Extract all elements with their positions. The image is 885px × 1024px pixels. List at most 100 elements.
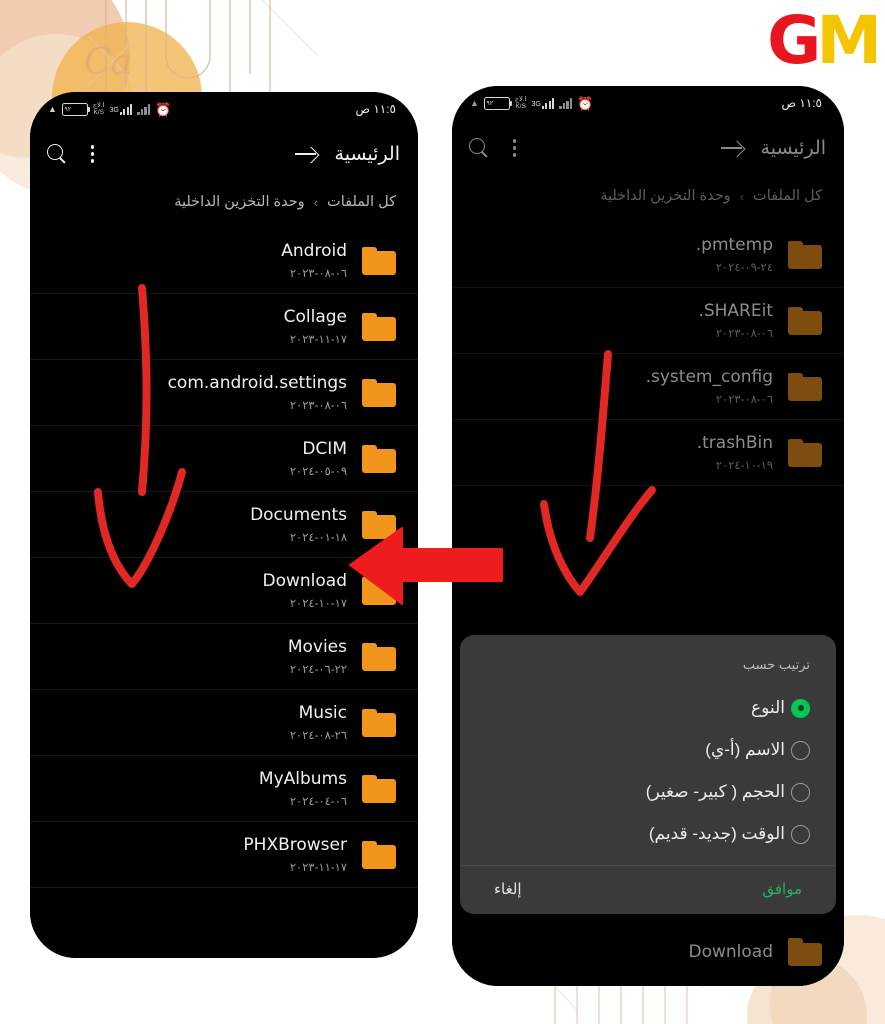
file-date: ٢٢-٠٦-٢٠٢٤: [289, 664, 347, 676]
radio-button[interactable]: [791, 740, 810, 760]
alarm-clock-icon: ⏰: [577, 95, 594, 111]
sort-option-label: النوع: [751, 698, 785, 717]
file-name: Music: [298, 703, 347, 723]
phone-left-screen: ▲ ٩٢ ا.لاج K/S 3G ⏰ ١١:٥ ص الرئيسية كل ا…: [30, 92, 418, 958]
file-date: ٠٦-٠٨-٢٠٢٣: [715, 328, 773, 340]
folder-icon: [788, 372, 822, 401]
file-name: MyAlbums: [258, 769, 347, 789]
file-name: com.android.settings: [167, 373, 347, 393]
network-type-label: 3G: [109, 107, 119, 114]
file-meta: Android ٠٦-٠٨-٢٠٢٣: [52, 241, 347, 280]
file-row[interactable]: Download ١٧-١٠-٢٠٢٤: [30, 558, 418, 624]
app-bar-title-group-left: الرئيسية: [293, 141, 400, 167]
page-title: الرئيسية: [334, 143, 400, 165]
sort-by-dialog: ترتيب حسب النوع الاسم (أ-ي) الحجم ( كبير- …: [460, 635, 836, 914]
file-row[interactable]: .SHAREit ٠٦-٠٨-٢٠٢٣: [452, 288, 844, 354]
file-name: PHXBrowser: [243, 835, 347, 855]
ok-button[interactable]: موافق: [762, 880, 802, 898]
sort-option-row[interactable]: الوقت (جديد- قديم): [460, 813, 836, 855]
file-row[interactable]: Movies ٢٢-٠٦-٢٠٢٤: [30, 624, 418, 690]
folder-icon: [362, 708, 396, 737]
page-title: الرئيسية: [760, 137, 826, 159]
file-row[interactable]: PHXBrowser ١٧-١١-٢٠٢٣: [30, 822, 418, 888]
sort-option-row[interactable]: النوع: [460, 687, 836, 729]
arrow-back-icon[interactable]: [293, 141, 319, 167]
folder-icon: [362, 642, 396, 671]
file-meta: MyAlbums ٠٦-٠٤-٢٠٢٤: [52, 769, 347, 808]
status-bar-icons-right: ▲ ٩٢ ا.لاج K/S 3G ⏰: [470, 96, 593, 110]
file-row[interactable]: DCIM ٠٩-٠٥-٢٠٢٤: [30, 426, 418, 492]
file-row-peek[interactable]: Download: [452, 918, 844, 986]
app-bar-right: الرئيسية: [452, 120, 844, 176]
file-date: ٠٦-٠٤-٢٠٢٤: [289, 796, 347, 808]
folder-icon: [788, 938, 822, 966]
file-meta: Download: [474, 942, 773, 962]
file-row[interactable]: Collage ١٧-١١-٢٠٢٣: [30, 294, 418, 360]
sort-option-label: الاسم (أ-ي): [705, 740, 785, 759]
tutorial-image: Ca GM ▲ ٩٢ ا.لاج K/S 3G ⏰ ١١:٥ ص الرئيسي…: [0, 0, 885, 1024]
phone-right-screen: ▲ ٩٢ ا.لاج K/S 3G ⏰ ١١:٥ ص الرئيسية كل ا…: [452, 86, 844, 986]
search-icon[interactable]: [468, 137, 490, 159]
file-date: ٠٩-٠٥-٢٠٢٤: [289, 466, 347, 478]
file-meta: Collage ١٧-١١-٢٠٢٣: [52, 307, 347, 346]
overflow-menu-icon[interactable]: [512, 139, 517, 157]
radio-button[interactable]: [791, 782, 810, 802]
folder-icon: [788, 306, 822, 335]
file-meta: Music ٢٦-٠٨-٢٠٢٤: [52, 703, 347, 742]
network-speed-indicator: ا.لاج K/S: [515, 96, 527, 110]
file-date: ١٧-١٠-٢٠٢٤: [289, 598, 347, 610]
folder-icon: [362, 444, 396, 473]
search-icon[interactable]: [46, 143, 68, 165]
folder-icon: [362, 246, 396, 275]
folder-icon: [362, 510, 396, 539]
file-row[interactable]: Documents ١٨-٠١-٢٠٢٤: [30, 492, 418, 558]
sort-option-row[interactable]: الحجم ( كبير- صغير): [460, 771, 836, 813]
file-meta: com.android.settings ٠٦-٠٨-٢٠٢٣: [52, 373, 347, 412]
sim-label-icon: ▲: [470, 98, 479, 108]
file-row[interactable]: Android ٠٦-٠٨-٢٠٢٣: [30, 228, 418, 294]
file-name: .pmtemp: [695, 235, 773, 255]
file-date: ٠٦-٠٨-٢٠٢٣: [289, 268, 347, 280]
battery-level-text: ٩٢: [486, 99, 494, 107]
file-date: ١٧-١١-٢٠٢٣: [289, 334, 347, 346]
breadcrumb-current[interactable]: وحدة التخزين الداخلية: [600, 188, 731, 204]
radio-button[interactable]: [791, 698, 810, 718]
network-speed-unit: K/S: [93, 109, 104, 116]
status-bar-time: ١١:٥ ص: [355, 102, 396, 116]
folder-icon: [362, 312, 396, 341]
radio-button[interactable]: [791, 824, 810, 844]
breadcrumb-root[interactable]: كل الملفات: [327, 194, 396, 210]
folder-icon: [788, 240, 822, 269]
breadcrumb-current[interactable]: وحدة التخزين الداخلية: [174, 194, 305, 210]
file-name: Collage: [283, 307, 347, 327]
signal-bars-secondary-icon: [137, 103, 151, 115]
cancel-button[interactable]: إلغاء: [494, 880, 522, 898]
signal-bars-secondary-icon: [559, 97, 573, 109]
file-date: ٢٤-٠٩-٢٠٢٤: [715, 262, 773, 274]
folder-icon: [788, 438, 822, 467]
file-row[interactable]: Music ٢٦-٠٨-٢٠٢٤: [30, 690, 418, 756]
file-list-left: Android ٠٦-٠٨-٢٠٢٣ Collage ١٧-١١-٢٠٢٣ com.an…: [30, 228, 418, 888]
file-row[interactable]: .trashBin ١٩-١٠-٢٠٢٤: [452, 420, 844, 486]
file-name: Android: [281, 241, 347, 261]
folder-icon: [362, 840, 396, 869]
arrow-back-icon[interactable]: [719, 135, 745, 161]
network-speed-value: ا.لاج: [92, 102, 105, 109]
file-name: .trashBin: [696, 433, 773, 453]
file-name: .system_config: [645, 367, 773, 387]
file-date: ١٧-١١-٢٠٢٣: [289, 862, 347, 874]
file-meta: PHXBrowser ١٧-١١-٢٠٢٣: [52, 835, 347, 874]
breadcrumb-root[interactable]: كل الملفات: [753, 188, 822, 204]
file-row[interactable]: .system_config ٠٦-٠٨-٢٠٢٣: [452, 354, 844, 420]
alarm-clock-icon: ⏰: [155, 101, 172, 117]
file-row[interactable]: com.android.settings ٠٦-٠٨-٢٠٢٣: [30, 360, 418, 426]
status-bar-left: ▲ ٩٢ ا.لاج K/S 3G ⏰ ١١:٥ ص: [30, 92, 418, 126]
network-speed-indicator: ا.لاج K/S: [93, 102, 105, 116]
sort-option-row[interactable]: الاسم (أ-ي): [460, 729, 836, 771]
app-bar-actions-right: [468, 137, 517, 159]
overflow-menu-icon[interactable]: [90, 145, 95, 163]
file-row[interactable]: .pmtemp ٢٤-٠٩-٢٠٢٤: [452, 222, 844, 288]
sort-option-label: الحجم ( كبير- صغير): [645, 782, 785, 801]
folder-icon: [362, 576, 396, 605]
file-row[interactable]: MyAlbums ٠٦-٠٤-٢٠٢٤: [30, 756, 418, 822]
